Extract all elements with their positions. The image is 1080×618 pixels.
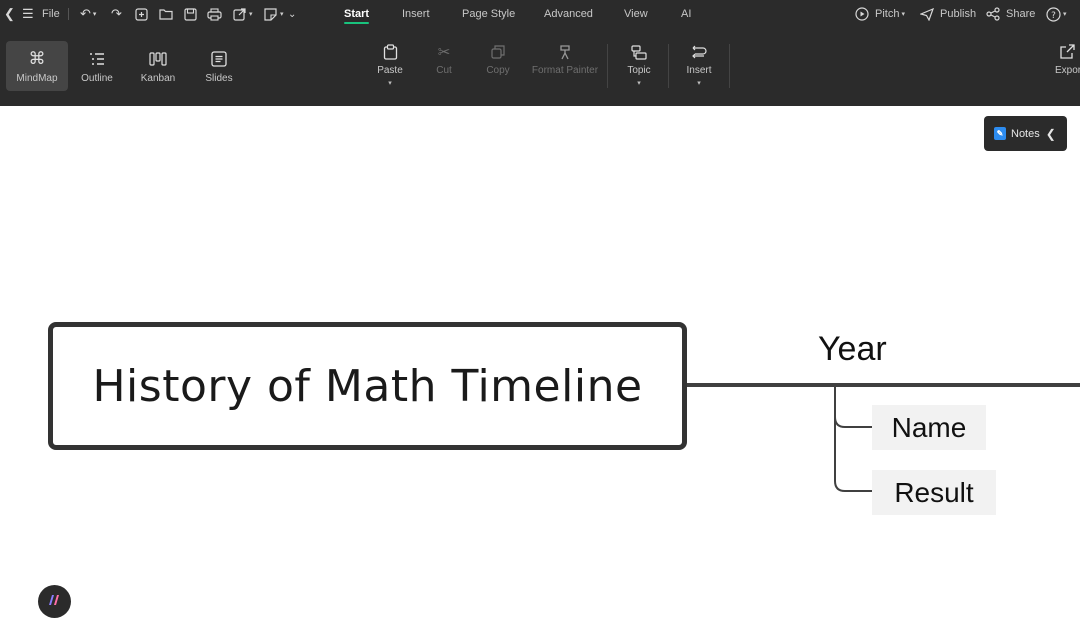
notes-button[interactable]: ✎ Notes ❮: [984, 116, 1067, 151]
publish-button[interactable]: Publish: [920, 0, 976, 28]
subtopic-name[interactable]: Name: [872, 405, 986, 450]
notes-icon: ✎: [994, 127, 1006, 140]
export-button[interactable]: Expor: [1052, 40, 1080, 96]
paste-button[interactable]: Paste ▾: [372, 40, 408, 96]
pitch-button[interactable]: Pitch ▾: [855, 0, 905, 28]
format-painter-icon: [558, 40, 572, 64]
active-tab-indicator: [344, 22, 369, 24]
menu-icon[interactable]: ☰: [22, 0, 34, 28]
send-icon: [920, 7, 934, 21]
export-share-icon[interactable]: ▾: [233, 0, 253, 28]
app-logo-icon: [49, 595, 59, 605]
caret-down-icon[interactable]: ▾: [388, 79, 392, 87]
central-topic[interactable]: History of Math Timeline: [48, 322, 687, 450]
view-label: Kanban: [140, 73, 176, 84]
tool-label: Paste: [377, 65, 403, 76]
topic-button[interactable]: Topic ▾: [622, 40, 656, 96]
caret-down-icon: ▾: [1063, 11, 1067, 18]
mindmap-icon: ⌘: [28, 49, 46, 68]
tool-label: Topic: [627, 65, 651, 76]
view-label: MindMap: [16, 73, 58, 84]
share-button[interactable]: Share: [986, 0, 1035, 28]
back-icon[interactable]: ❮: [4, 0, 15, 28]
help-button[interactable]: ? ▾: [1046, 0, 1067, 28]
caret-down-icon: ▾: [901, 11, 905, 18]
format-painter-button[interactable]: Format Painter: [531, 40, 599, 96]
chevron-left-icon: ❮: [1045, 126, 1056, 141]
tab-view[interactable]: View: [624, 0, 648, 28]
notes-label: Notes: [1011, 127, 1040, 140]
sticky-note-icon[interactable]: ▾: [264, 0, 284, 28]
copy-icon: [491, 40, 505, 64]
tool-label: Copy: [486, 65, 510, 76]
divider: [668, 44, 669, 88]
share-label: Share: [1006, 8, 1036, 20]
tool-label: Insert: [686, 65, 712, 76]
top-bar: ❮ ☰ File ↶ ▾ ↷ ▾ ▾ ⌄ Start Insert Page St…: [0, 0, 1080, 28]
tab-page-style[interactable]: Page Style: [462, 0, 515, 28]
paste-icon: [383, 40, 398, 64]
view-kanban[interactable]: Kanban: [127, 41, 189, 91]
tool-label: Expor: [1055, 65, 1080, 76]
svg-text:?: ?: [1051, 11, 1056, 21]
tool-label: Cut: [436, 65, 452, 76]
subtopic-result[interactable]: Result: [872, 470, 996, 515]
share-icon: [986, 7, 1000, 21]
insert-button[interactable]: Insert ▾: [683, 40, 715, 96]
tab-ai[interactable]: AI: [681, 0, 691, 28]
publish-label: Publish: [940, 8, 977, 20]
save-icon[interactable]: [184, 0, 197, 28]
more-chevron-icon[interactable]: ⌄: [288, 0, 296, 28]
tab-insert[interactable]: Insert: [402, 0, 430, 28]
kanban-icon: [149, 48, 167, 70]
file-menu[interactable]: File: [42, 0, 60, 28]
outline-icon: [89, 48, 105, 70]
undo-icon[interactable]: ↶ ▾: [80, 0, 96, 28]
tab-advanced[interactable]: Advanced: [544, 0, 593, 28]
cut-button[interactable]: ✂ Cut: [430, 40, 458, 96]
play-icon: [855, 7, 869, 21]
view-label: Outline: [81, 73, 113, 84]
view-outline[interactable]: Outline: [66, 41, 128, 91]
app-logo[interactable]: [38, 585, 71, 618]
main-topic[interactable]: Year: [818, 330, 887, 369]
view-mindmap[interactable]: ⌘ MindMap: [6, 41, 68, 91]
branch-line: [687, 383, 1080, 387]
redo-icon[interactable]: ↷: [111, 0, 122, 28]
divider: [68, 8, 69, 20]
view-label: Slides: [205, 73, 233, 84]
export-icon: [1052, 40, 1075, 64]
central-topic-text: History of Math Timeline: [92, 360, 643, 412]
caret-down-icon[interactable]: ▾: [637, 79, 641, 87]
insert-icon: [691, 40, 708, 64]
tool-label: Format Painter: [531, 65, 599, 76]
new-file-icon[interactable]: [135, 0, 148, 28]
pitch-label: Pitch: [875, 8, 900, 20]
open-folder-icon[interactable]: [159, 0, 173, 28]
topic-icon: [631, 40, 647, 64]
divider: [607, 44, 608, 88]
divider: [729, 44, 730, 88]
ribbon-toolbar: ⌘ MindMap Outline Kanban Slides Paste ▾ …: [0, 28, 1080, 106]
view-slides[interactable]: Slides: [188, 41, 250, 91]
caret-down-icon[interactable]: ▾: [697, 79, 701, 87]
help-icon: ?: [1046, 6, 1061, 22]
cut-icon: ✂: [437, 44, 451, 61]
print-icon[interactable]: [207, 0, 222, 28]
slides-icon: [211, 48, 227, 70]
copy-button[interactable]: Copy: [481, 40, 515, 96]
